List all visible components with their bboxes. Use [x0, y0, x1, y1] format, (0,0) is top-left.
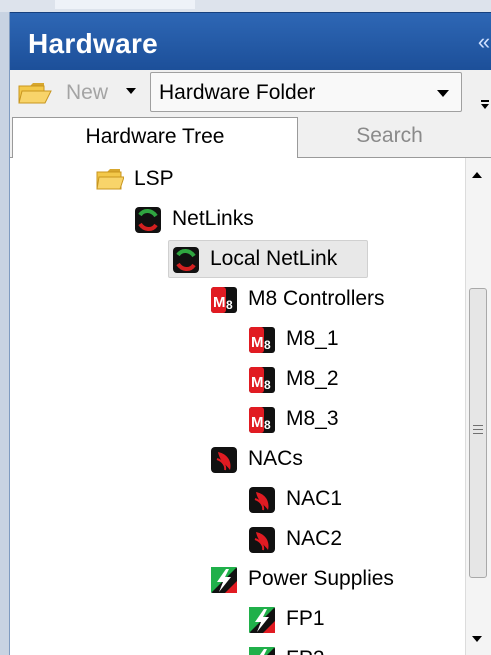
svg-text:8: 8 [264, 418, 271, 432]
tree-node-label: NACs [248, 447, 303, 470]
folder-icon [18, 83, 52, 104]
tree-node-label: NetLinks [172, 207, 254, 230]
tree-node-label: FP1 [286, 607, 325, 630]
tree-scrollbar[interactable] [465, 158, 491, 655]
panel-title: Hardware [28, 28, 159, 59]
m8-icon: M8 [249, 327, 275, 353]
tree-node-label: M8_3 [286, 407, 339, 430]
toolbar-overflow-icon[interactable] [480, 100, 490, 110]
m8-icon: M8 [249, 367, 275, 393]
window-top-strip [0, 0, 491, 12]
scroll-down-icon[interactable] [472, 636, 482, 642]
tree-node-label: Power Supplies [248, 567, 394, 590]
collapse-panel-icon[interactable]: « [472, 29, 491, 55]
tree-node-label: M8_1 [286, 327, 339, 350]
m8-icon: M8 [211, 287, 237, 313]
svg-text:M: M [251, 334, 264, 351]
new-dropdown-arrow-icon[interactable] [126, 88, 136, 94]
chevron-down-icon [437, 90, 449, 97]
scrollbar-thumb[interactable] [469, 288, 487, 578]
tree-node-label: Local NetLink [210, 247, 338, 270]
m8-icon: M8 [249, 407, 275, 433]
svg-text:8: 8 [264, 338, 271, 352]
nac-icon [249, 527, 275, 553]
hardware-folder-select-value: Hardware Folder [159, 81, 316, 104]
svg-text:8: 8 [226, 298, 233, 312]
tree-node-label: M8 Controllers [248, 287, 385, 310]
svg-text:M: M [251, 374, 264, 391]
svg-text:M: M [213, 294, 226, 311]
tree-node-label: NAC2 [286, 527, 343, 550]
hardware-folder-select[interactable]: Hardware Folder [150, 72, 462, 112]
tree-node-label: NAC1 [286, 487, 343, 510]
tree-node-label: FP2 [286, 645, 325, 655]
scroll-up-icon[interactable] [472, 172, 482, 178]
tabstrip: Hardware Tree Search [10, 117, 491, 158]
toolbar: New Hardware Folder [10, 70, 491, 117]
tab-hardware-tree[interactable]: Hardware Tree [12, 117, 298, 158]
folder-icon [96, 169, 124, 190]
power-supply-icon [249, 607, 275, 633]
power-supply-icon [211, 567, 237, 593]
panel-header: Hardware « [10, 12, 491, 71]
tree-node-label: LSP [134, 167, 174, 190]
svg-text:M: M [251, 414, 264, 431]
new-button-label: New [66, 81, 109, 104]
netlink-icon [173, 247, 199, 273]
netlink-icon [135, 207, 161, 233]
tab-search[interactable]: Search [302, 117, 477, 157]
hardware-tree: LSP NetLinks Local NetLink M 8 M8 Controllers… [10, 158, 465, 655]
top-strip-highlight [55, 0, 195, 9]
svg-text:8: 8 [264, 378, 271, 392]
power-supply-icon [249, 647, 275, 655]
nac-icon [211, 447, 237, 473]
tree-node-label: M8_2 [286, 367, 339, 390]
nac-icon [249, 487, 275, 513]
